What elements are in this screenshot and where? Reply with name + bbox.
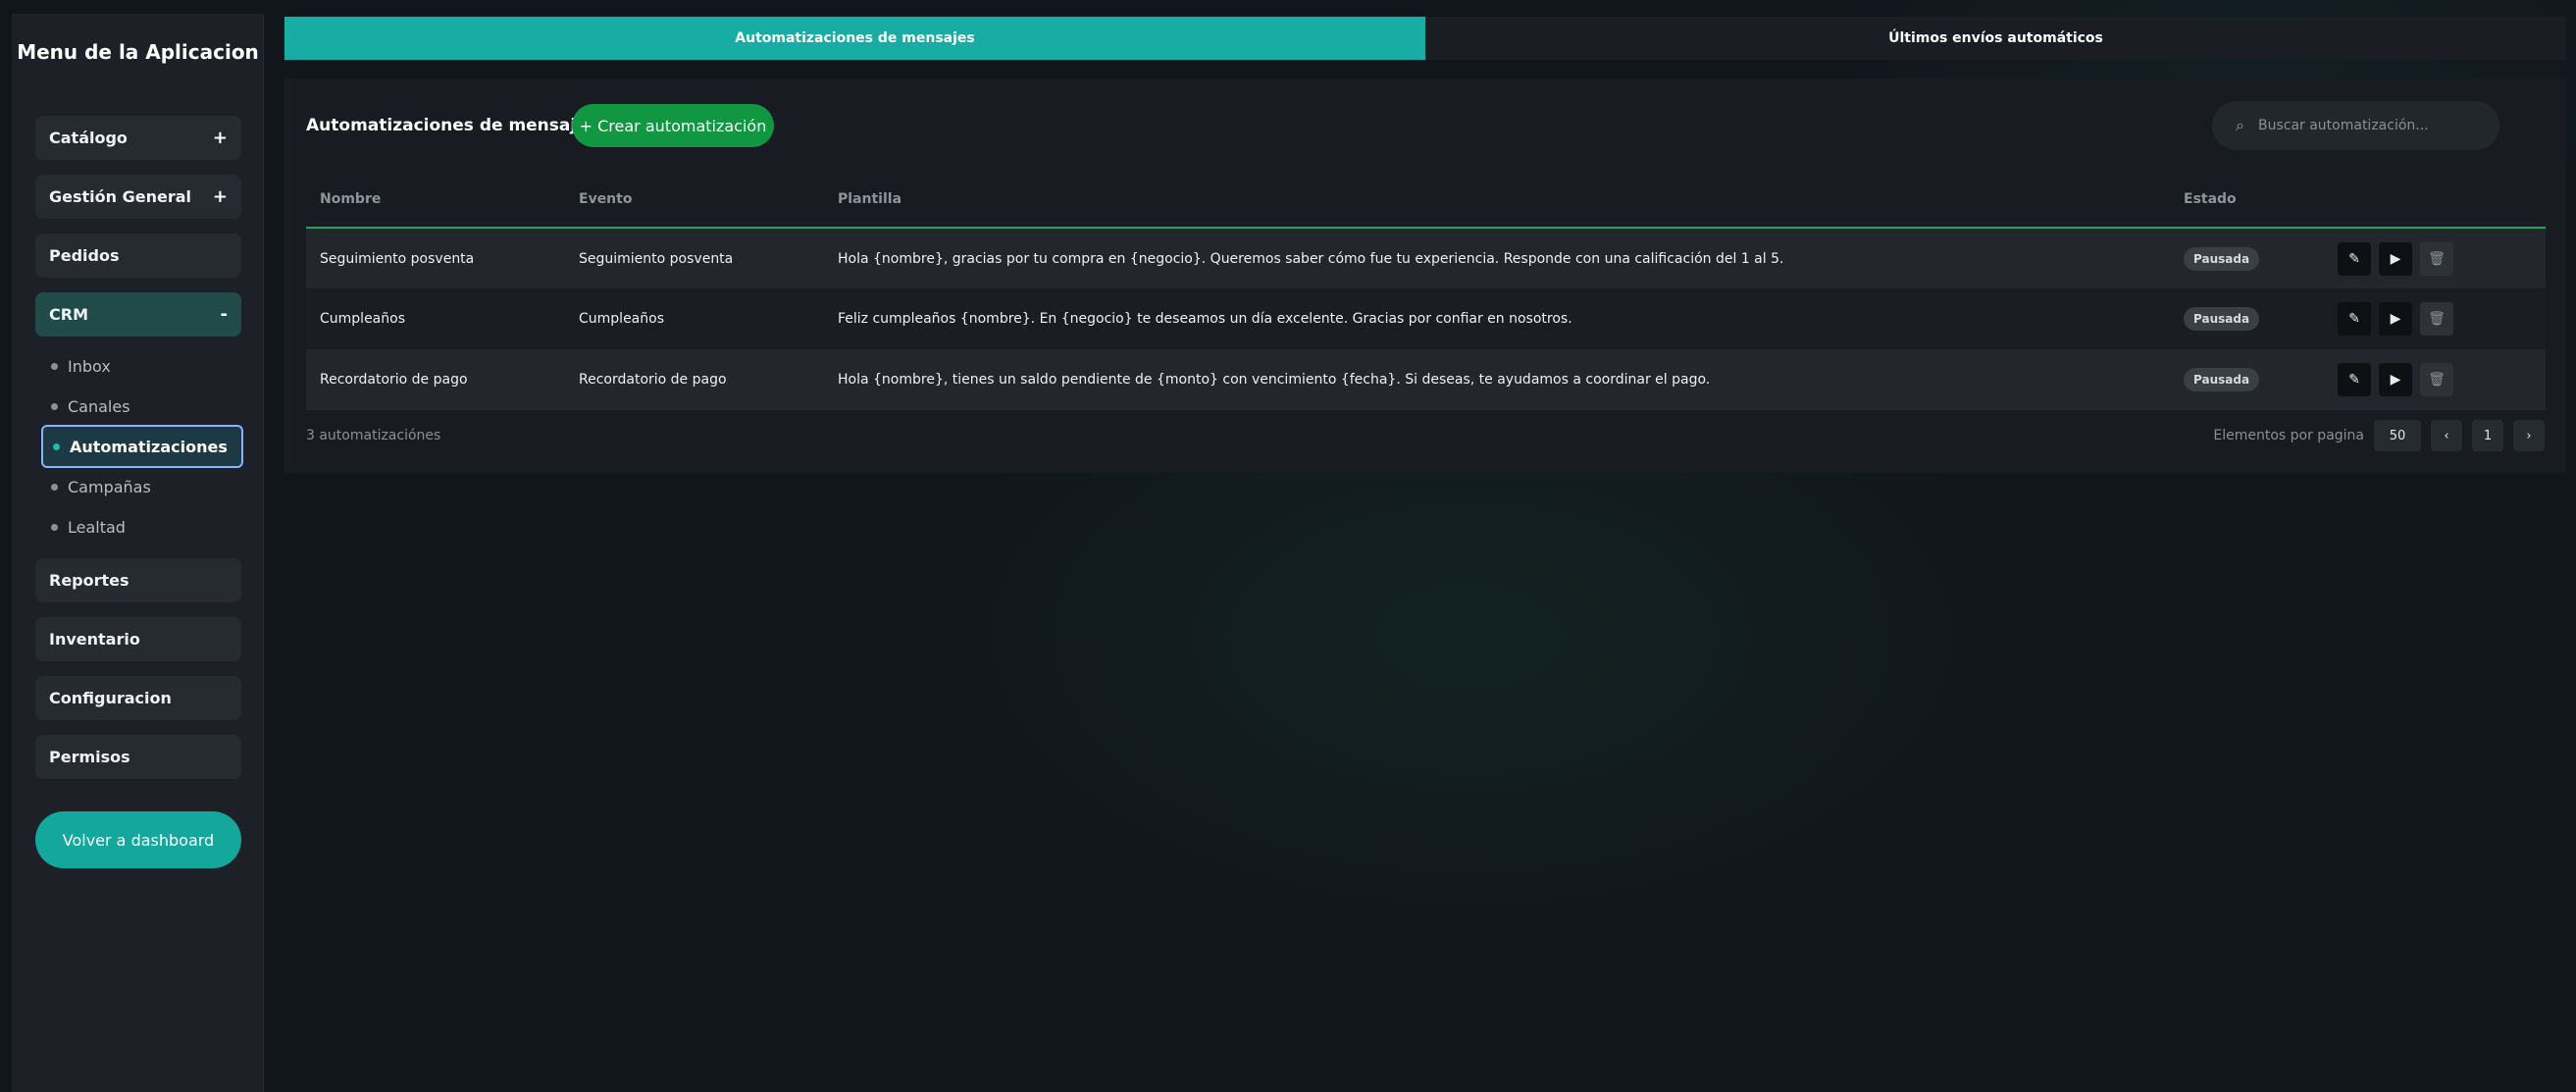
sidebar-item-label: Inventario <box>49 630 140 649</box>
cell-evento: Seguimiento posventa <box>579 250 734 267</box>
sidebar-title: Menu de la Aplicacion <box>17 40 259 64</box>
search-input[interactable] <box>2257 118 2484 133</box>
sidebar-subitem-automatizaciones[interactable]: Automatizaciones <box>41 425 243 468</box>
sidebar-subitem-label: Inbox <box>68 356 111 376</box>
bullet-icon <box>51 523 58 531</box>
trash-icon[interactable]: 🗑 <box>2420 241 2453 276</box>
edit-icon[interactable]: ✎ <box>2338 302 2371 336</box>
cell-estado: Pausada <box>2170 349 2324 410</box>
play-icon[interactable]: ▶ <box>2379 363 2412 396</box>
sidebar-subitem-canales[interactable]: Canales <box>41 388 243 425</box>
sidebar-item-pedidos[interactable]: Pedidos <box>35 234 241 278</box>
create-automation-button[interactable]: + Crear automatización <box>572 104 774 147</box>
column-header-actions <box>2324 171 2546 229</box>
expand-icon: + <box>212 186 228 207</box>
prev-page-button[interactable]: ‹ <box>2431 420 2462 451</box>
automations-table: Nombre Evento Plantilla Estado Seguimien… <box>306 171 2546 410</box>
sidebar-item-label: Catálogo <box>49 129 128 147</box>
next-page-button[interactable]: › <box>2513 420 2545 451</box>
search-icon: ⌕ <box>2236 116 2244 134</box>
page-title: Automatizaciones de mensajes <box>306 116 597 135</box>
expand-icon: + <box>212 128 228 148</box>
bullet-icon <box>51 402 58 410</box>
pagination: Elementos por pagina 50 ‹ 1 › <box>2213 420 2545 451</box>
column-header-plantilla[interactable]: Plantilla <box>824 171 2170 229</box>
cell-plantilla: Hola {nombre}, gracias por tu compra en … <box>838 250 1784 267</box>
cell-nombre: Cumpleaños <box>320 311 405 327</box>
sidebar-item-permisos[interactable]: Permisos <box>35 735 241 779</box>
cell-nombre: Seguimiento posventa <box>320 250 475 267</box>
sidebar-item-inventario[interactable]: Inventario <box>35 617 241 661</box>
cell-estado: Pausada <box>2170 288 2324 349</box>
sidebar-item-reportes[interactable]: Reportes <box>35 558 241 602</box>
column-header-evento[interactable]: Evento <box>565 171 824 229</box>
play-icon[interactable]: ▶ <box>2379 302 2412 336</box>
tab-automatizaciones[interactable]: Automatizaciones de mensajes <box>284 17 1425 60</box>
sidebar-item-label: Gestión General <box>49 187 191 206</box>
sidebar-subitem-label: Automatizaciones <box>70 437 228 456</box>
bullet-icon <box>53 442 60 450</box>
table-header-row: Nombre Evento Plantilla Estado <box>306 171 2546 229</box>
sidebar-subitem-label: Lealtad <box>68 517 126 537</box>
column-header-estado[interactable]: Estado <box>2170 171 2324 229</box>
trash-icon[interactable]: 🗑 <box>2420 302 2453 336</box>
sidebar-subitem-label: Campañas <box>68 477 151 496</box>
sidebar-item-label: Reportes <box>49 571 129 590</box>
search-box: ⌕ <box>2212 101 2499 150</box>
cell-nombre: Recordatorio de pago <box>320 372 468 388</box>
page-size-label: Elementos por pagina <box>2213 428 2364 443</box>
cell-plantilla: Feliz cumpleaños {nombre}. En {negocio} … <box>838 311 1572 327</box>
current-page[interactable]: 1 <box>2472 420 2503 451</box>
sidebar-item-label: Permisos <box>49 748 130 766</box>
sidebar-subitem-campanas[interactable]: Campañas <box>41 468 243 505</box>
sidebar-subitem-label: Canales <box>68 396 130 416</box>
cell-evento: Recordatorio de pago <box>579 372 727 388</box>
cell-actions: ✎ ▶ 🗑 <box>2324 288 2546 349</box>
table-row: Recordatorio de pago Recordatorio de pag… <box>306 349 2546 410</box>
sidebar-item-gestion-general[interactable]: Gestión General + <box>35 175 241 219</box>
sidebar-item-crm[interactable]: CRM - <box>35 292 241 337</box>
sidebar-item-label: Configuracion <box>49 689 172 707</box>
play-icon[interactable]: ▶ <box>2379 241 2412 276</box>
cell-actions: ✎ ▶ 🗑 <box>2324 228 2546 288</box>
sidebar-item-label: CRM <box>49 305 88 324</box>
trash-icon[interactable]: 🗑 <box>2420 363 2453 396</box>
column-header-nombre[interactable]: Nombre <box>306 171 565 229</box>
sidebar-item-catalogo[interactable]: Catálogo + <box>35 116 241 160</box>
edit-icon[interactable]: ✎ <box>2338 241 2371 276</box>
status-badge: Pausada <box>2184 307 2260 331</box>
back-to-dashboard-button[interactable]: Volver a dashboard <box>35 811 241 868</box>
sidebar-item-label: Pedidos <box>49 246 120 265</box>
tab-bar: Automatizaciones de mensajes Últimos env… <box>284 17 2566 60</box>
bullet-icon <box>51 362 58 370</box>
status-badge: Pausada <box>2184 246 2260 271</box>
sidebar: Menu de la Aplicacion Catálogo + Gestión… <box>12 14 264 1092</box>
table-row: Cumpleaños Cumpleaños Feliz cumpleaños {… <box>306 288 2546 349</box>
sidebar-subitem-inbox[interactable]: Inbox <box>41 347 243 385</box>
edit-icon[interactable]: ✎ <box>2338 363 2371 396</box>
sidebar-subitem-lealtad[interactable]: Lealtad <box>41 508 243 546</box>
sidebar-item-configuracion[interactable]: Configuracion <box>35 676 241 720</box>
collapse-icon: - <box>220 304 228 325</box>
page-size-select[interactable]: 50 <box>2374 420 2421 451</box>
automations-panel: Automatizaciones de mensajes + Crear aut… <box>284 78 2566 473</box>
cell-estado: Pausada <box>2170 228 2324 288</box>
cell-actions: ✎ ▶ 🗑 <box>2324 349 2546 410</box>
results-count: 3 automatizaciónes <box>306 428 441 443</box>
tab-ultimos-envios[interactable]: Últimos envíos automáticos <box>1425 17 2566 60</box>
cell-plantilla: Hola {nombre}, tienes un saldo pendiente… <box>838 372 1711 388</box>
cell-evento: Cumpleaños <box>579 311 664 327</box>
status-badge: Pausada <box>2184 368 2260 391</box>
bullet-icon <box>51 483 58 491</box>
table-row: Seguimiento posventa Seguimiento posvent… <box>306 228 2546 288</box>
